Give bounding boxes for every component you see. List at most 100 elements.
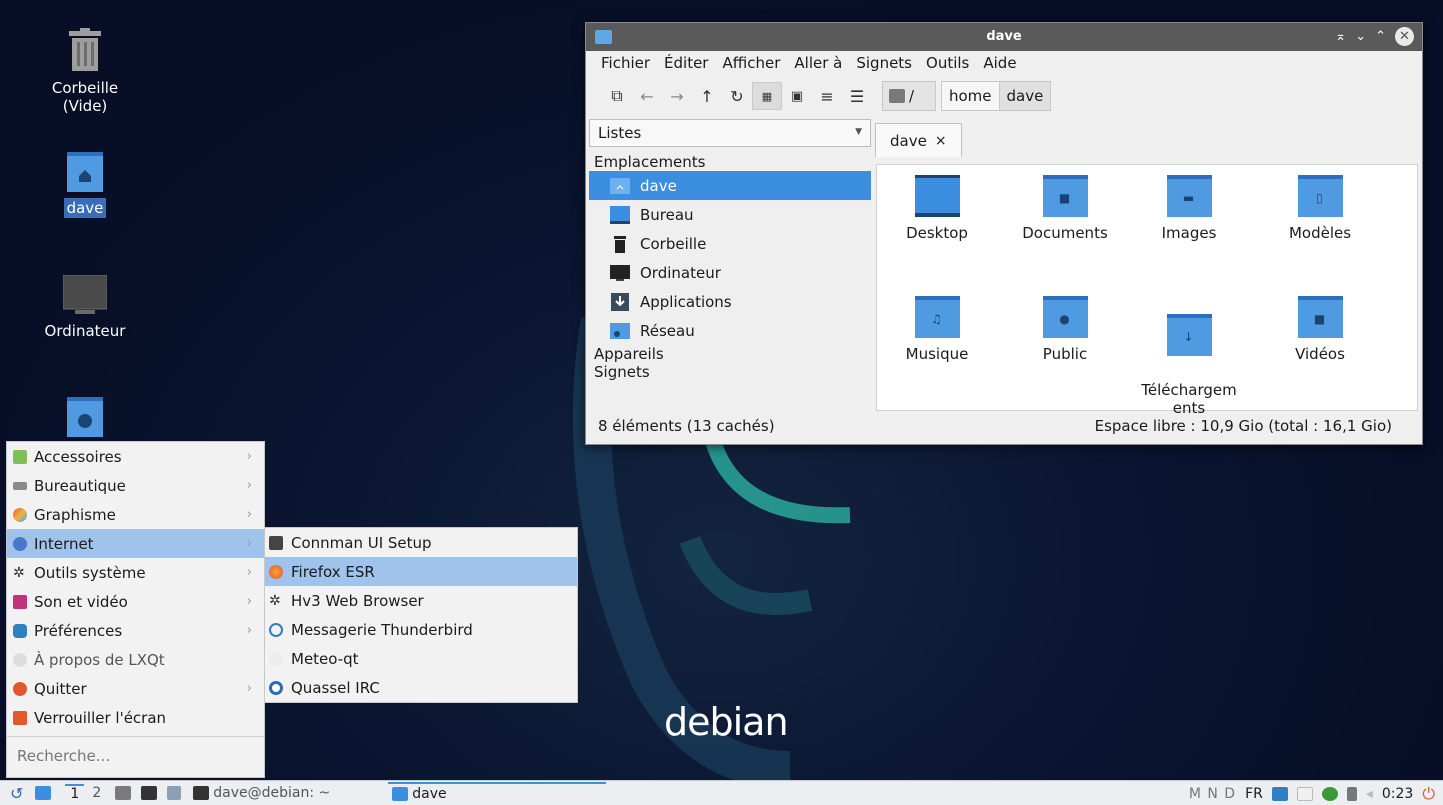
chevron-right-icon: ›	[246, 449, 252, 464]
compact-view-icon[interactable]: ≡	[812, 82, 842, 110]
folder-item-images[interactable]: ▬ Images	[1129, 175, 1249, 242]
task-file-manager[interactable]: dave	[388, 782, 607, 804]
office-icon	[13, 481, 27, 490]
side-panel-mode-select[interactable]: Listes ▼	[589, 119, 871, 147]
reload-icon[interactable]: ↻	[722, 82, 752, 110]
internet-submenu: Connman UI Setup Firefox ESR ✲ Hv3 Web B…	[264, 527, 578, 703]
submenu-item-firefox[interactable]: Firefox ESR	[265, 557, 577, 586]
maximize-button[interactable]: ⌃	[1375, 29, 1386, 44]
path-segment-dave[interactable]: dave	[999, 81, 1052, 111]
clipboard-tray-icon[interactable]	[1296, 787, 1313, 801]
menu-item-bureautique[interactable]: Bureautique ›	[7, 471, 264, 500]
status-bar: 8 éléments (13 cachés) Espace libre : 10…	[586, 411, 1422, 441]
about-icon	[13, 652, 27, 667]
thumbnail-view-icon[interactable]: ▣	[782, 82, 812, 110]
volume-icon[interactable]: ◂	[1366, 786, 1373, 802]
menu-item-son-et-video[interactable]: Son et vidéo ›	[7, 587, 264, 616]
up-icon[interactable]: ↑	[692, 82, 722, 110]
path-segment-home[interactable]: home	[941, 81, 1000, 111]
place-ordinateur[interactable]: Ordinateur	[586, 258, 874, 287]
folder-item-public[interactable]: ● Public	[1005, 296, 1125, 363]
menu-item-label: Bureautique	[34, 476, 126, 495]
submenu-item-hv3[interactable]: ✲ Hv3 Web Browser	[265, 586, 577, 615]
menu-aller-a[interactable]: Aller à	[794, 54, 842, 77]
place-label: Ordinateur	[640, 263, 721, 282]
submenu-item-quassel[interactable]: Quassel IRC	[265, 673, 577, 702]
path-root-label: /	[909, 87, 915, 105]
desktop-switch-1[interactable]: 1	[65, 784, 85, 802]
folder-item-modeles[interactable]: ▯ Modèles	[1260, 175, 1380, 242]
menu-item-preferences[interactable]: Préférences ›	[7, 616, 264, 645]
submenu-item-meteo[interactable]: Meteo-qt	[265, 644, 577, 673]
network-tray-icon[interactable]	[1271, 787, 1288, 801]
menu-item-label: Graphisme	[34, 505, 116, 524]
clock[interactable]: 0:23	[1382, 786, 1413, 802]
menu-item-internet[interactable]: Internet ›	[7, 529, 264, 558]
place-corbeille[interactable]: Corbeille	[586, 229, 874, 258]
menu-signets[interactable]: Signets	[856, 54, 912, 77]
folder-item-documents[interactable]: ■ Documents	[1005, 175, 1125, 242]
public-folder-icon: ●	[1042, 296, 1088, 338]
window-titlebar[interactable]: dave ⌅ ⌄ ⌃ ✕	[586, 23, 1422, 51]
place-applications[interactable]: Applications	[586, 287, 874, 316]
menu-aide[interactable]: Aide	[983, 54, 1016, 77]
graphics-icon	[13, 507, 27, 522]
terminal-launcher-icon[interactable]	[141, 786, 158, 800]
desktop-icon-computer[interactable]: Ordinateur	[30, 275, 140, 341]
minimize-button[interactable]: ⌄	[1355, 29, 1366, 44]
menu-item-a-propos[interactable]: À propos de LXQt	[7, 645, 264, 674]
keyboard-layout[interactable]: FR	[1245, 786, 1263, 802]
close-button[interactable]: ✕	[1395, 27, 1414, 46]
menu-item-label: Quitter	[34, 679, 87, 698]
battery-tray-icon[interactable]	[1346, 787, 1357, 801]
power-icon[interactable]: ⏻	[1422, 784, 1435, 804]
folder-item-videos[interactable]: ■ Vidéos	[1260, 296, 1380, 363]
accessories-icon	[13, 449, 27, 464]
place-reseau[interactable]: Réseau	[586, 316, 874, 345]
firefox-icon	[269, 564, 283, 579]
new-tab-icon[interactable]: ⧉	[602, 82, 632, 110]
submenu-item-thunderbird[interactable]: Messagerie Thunderbird	[265, 615, 577, 644]
menu-fichier[interactable]: Fichier	[601, 54, 650, 77]
detailed-list-icon[interactable]: ☰	[842, 82, 872, 110]
back-icon[interactable]: ←	[632, 82, 662, 110]
devices-header[interactable]: Appareils	[586, 345, 874, 363]
tab-dave[interactable]: dave ×	[875, 123, 962, 157]
network-folder-icon	[67, 397, 103, 437]
menu-outils[interactable]: Outils	[926, 54, 969, 77]
desktop-icon-trash[interactable]: Corbeille (Vide)	[30, 28, 140, 116]
place-dave[interactable]: dave	[589, 171, 871, 200]
text-editor-launcher-icon[interactable]	[167, 786, 182, 800]
desktop-switch-2[interactable]: 2	[92, 785, 101, 801]
icon-view-icon[interactable]: ▦	[752, 82, 782, 110]
path-root-button[interactable]: /	[882, 81, 936, 111]
folder-item-telechargements[interactable]: ↓ Téléchargem ents	[1129, 296, 1249, 417]
desktop-icon-label: dave	[63, 198, 107, 218]
desktop-folder-icon	[610, 205, 630, 224]
show-desktop-icon[interactable]	[35, 786, 52, 800]
templates-folder-icon: ▯	[1297, 175, 1343, 217]
menu-afficher[interactable]: Afficher	[722, 54, 780, 77]
menu-search-input[interactable]: Recherche...	[7, 736, 264, 777]
folder-item-desktop[interactable]: Desktop	[877, 175, 997, 242]
place-bureau[interactable]: Bureau	[586, 200, 874, 229]
menu-item-quitter[interactable]: Quitter ›	[7, 674, 264, 703]
task-terminal[interactable]: dave@debian: ~	[193, 785, 330, 801]
places-header[interactable]: Emplacements	[586, 153, 874, 171]
taskbar: ↺ 1 2 dave@debian: ~ dave M N D FR ◂ 0:2…	[0, 780, 1443, 805]
lxqt-menu-icon[interactable]: ↺	[10, 784, 23, 803]
file-manager-launcher-icon[interactable]	[115, 786, 132, 800]
tab-close-icon[interactable]: ×	[935, 133, 947, 149]
menu-item-graphisme[interactable]: Graphisme ›	[7, 500, 264, 529]
folder-item-musique[interactable]: ♫ Musique	[877, 296, 997, 363]
desktop-icon-home[interactable]: dave	[30, 152, 140, 218]
menu-item-outils-systeme[interactable]: ✲ Outils système ›	[7, 558, 264, 587]
submenu-item-connman[interactable]: Connman UI Setup	[265, 528, 577, 557]
forward-icon[interactable]: →	[662, 82, 692, 110]
menu-item-verrouiller[interactable]: Verrouiller l'écran	[7, 703, 264, 732]
menu-editer[interactable]: Éditer	[664, 54, 708, 77]
menu-item-accessoires[interactable]: Accessoires ›	[7, 442, 264, 471]
update-tray-icon[interactable]	[1321, 787, 1338, 801]
keep-above-button[interactable]: ⌅	[1335, 29, 1346, 44]
bookmarks-header[interactable]: Signets	[586, 363, 874, 381]
